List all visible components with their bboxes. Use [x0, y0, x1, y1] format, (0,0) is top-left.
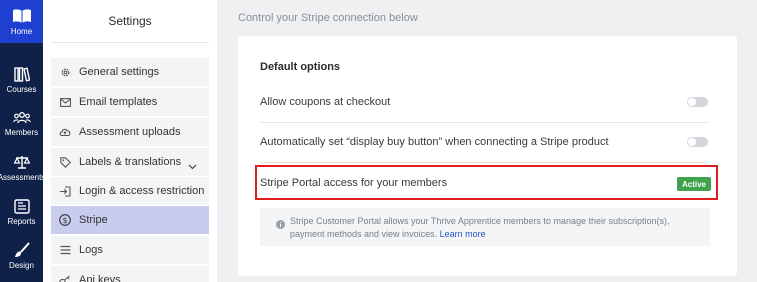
info-text: Stripe Customer Portal allows your Thriv… [290, 215, 700, 241]
row-divider [260, 122, 710, 123]
stripe-options-card: Default options Allow coupons at checkou… [238, 36, 737, 276]
list-icon [59, 244, 71, 256]
sidebar-item-label: Email templates [79, 96, 158, 108]
scales-icon [13, 155, 30, 170]
nav-rail: Home Courses Members Assessments Reports… [0, 0, 46, 282]
reports-icon [13, 198, 30, 214]
coupons-option-label: Allow coupons at checkout [260, 96, 391, 108]
rail-label: Courses [6, 84, 37, 94]
sidebar-item-label: Labels & translations [79, 156, 182, 168]
sidebar-item-stripe[interactable]: $ Stripe [51, 206, 209, 234]
buy-button-option-label: Automatically set “display buy button” w… [260, 136, 609, 148]
rail-item-design[interactable]: Design [0, 234, 43, 278]
rail-label: Assessments [0, 172, 46, 182]
sidebar-item-api-keys[interactable]: Api keys [51, 266, 209, 282]
buy-button-toggle[interactable] [687, 137, 708, 147]
sidebar-item-email-templates[interactable]: Email templates [51, 88, 209, 116]
sidebar-item-general-settings[interactable]: General settings [51, 58, 209, 86]
brush-icon [14, 242, 30, 258]
learn-more-link[interactable]: Learn more [440, 229, 486, 239]
sidebar-item-label: Login & access restriction [79, 185, 205, 197]
sidebar-item-label: Logs [79, 244, 103, 256]
rail-label: Members [4, 128, 39, 137]
status-badge[interactable]: Active [677, 177, 711, 191]
toggle-knob [688, 98, 696, 106]
page-subtitle: Control your Stripe connection below [238, 12, 418, 24]
sidebar-item-logs[interactable]: Logs [51, 236, 209, 264]
toggle-knob [688, 138, 696, 146]
login-icon [59, 185, 71, 197]
rail-home-button[interactable]: Home [0, 0, 43, 43]
sidebar-item-label: General settings [79, 66, 160, 78]
rail-label: Design [9, 261, 34, 270]
info-icon [276, 216, 285, 234]
sidebar-item-labels-translations[interactable]: Labels & translations [51, 148, 209, 176]
info-box: Stripe Customer Portal allows your Thriv… [260, 208, 710, 246]
email-icon [59, 96, 71, 108]
sidebar-item-login-access[interactable]: Login & access restriction [51, 177, 209, 205]
section-title: Default options [260, 61, 341, 73]
rail-home-label: Home [10, 26, 33, 36]
portal-access-label: Stripe Portal access for your members [260, 177, 448, 189]
sidebar-item-assessment-uploads[interactable]: Assessment uploads [51, 118, 209, 146]
row-divider [260, 162, 710, 163]
sidebar-title: Settings [108, 14, 152, 28]
dollar-icon: $ [59, 214, 71, 226]
rail-item-assessments[interactable]: Assessments [0, 146, 46, 190]
sidebar-item-label: Assessment uploads [79, 126, 181, 138]
svg-text:$: $ [62, 216, 67, 225]
cloud-upload-icon [59, 126, 71, 138]
chevron-down-icon[interactable] [188, 157, 197, 175]
home-book-icon [12, 8, 32, 24]
coupons-toggle[interactable] [687, 97, 708, 107]
gear-icon [59, 66, 71, 78]
rail-item-members[interactable]: Members [0, 102, 43, 146]
sidebar-item-label: Stripe [79, 214, 108, 226]
rail-item-courses[interactable]: Courses [0, 58, 43, 102]
sidebar-item-label: Api keys [79, 274, 121, 282]
members-icon [12, 111, 31, 125]
key-icon [59, 274, 71, 282]
rail-item-reports[interactable]: Reports [0, 190, 43, 234]
books-icon [13, 66, 30, 82]
settings-sidebar: Settings General settings Email template… [43, 0, 217, 282]
sidebar-divider [51, 42, 209, 43]
rail-label: Reports [7, 216, 36, 226]
tag-icon [59, 156, 71, 168]
